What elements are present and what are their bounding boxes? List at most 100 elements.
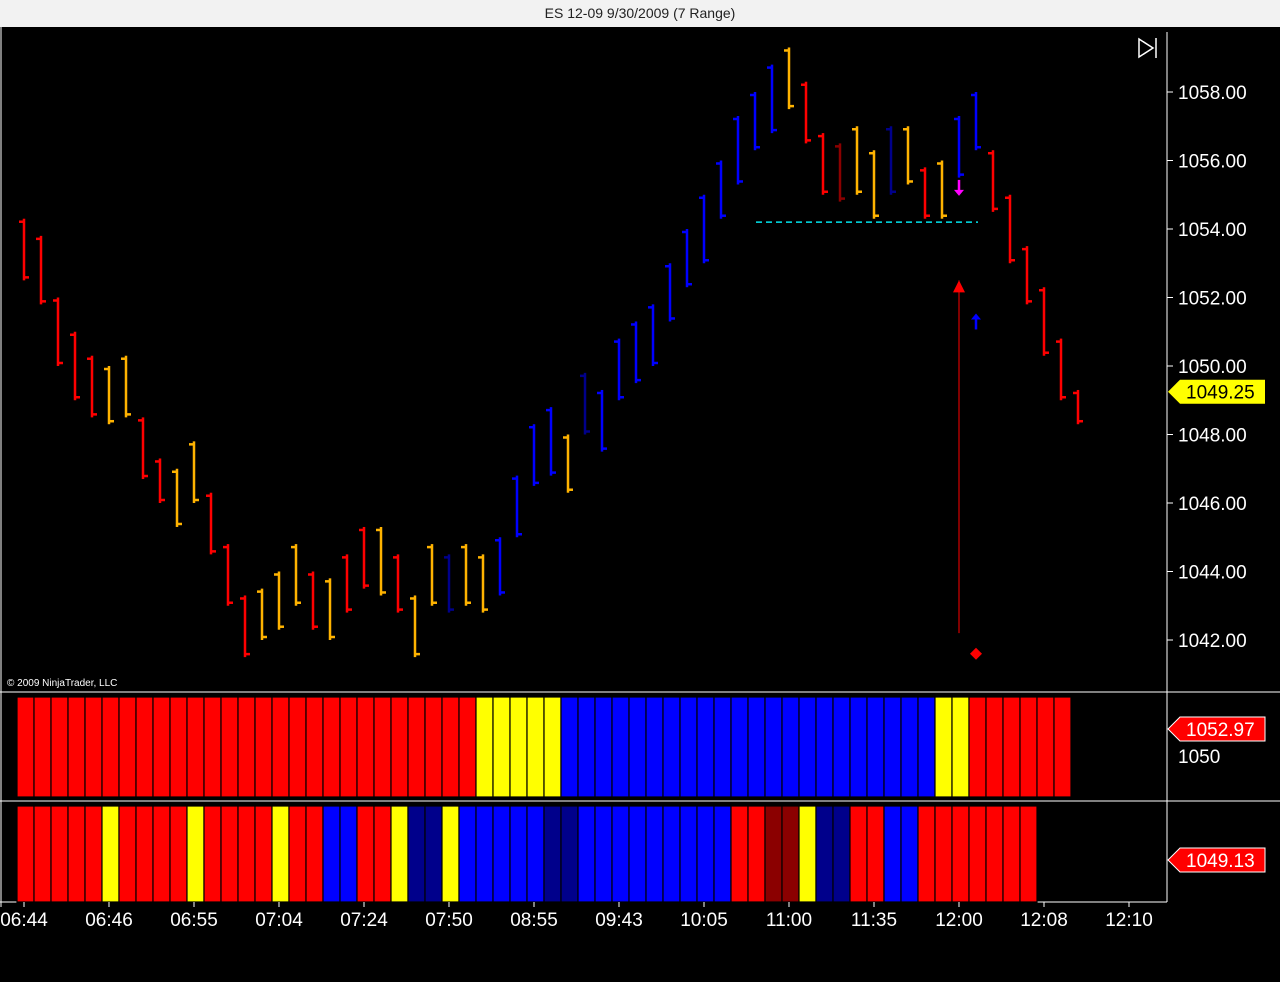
indicator-2-bar	[628, 805, 647, 903]
indicator-2-value: 1049.13	[1186, 851, 1255, 872]
indicator-1-bar	[424, 696, 443, 798]
indicator-2-bar	[84, 805, 103, 903]
indicator-1-bar	[781, 696, 800, 798]
indicator-2-bar	[152, 805, 171, 903]
indicator-1-bar	[917, 696, 936, 798]
price-tick-label: 1044.00	[1178, 563, 1247, 584]
indicator-2-bar	[33, 805, 52, 903]
indicator-2-bar	[50, 805, 69, 903]
indicator-1-bar	[968, 696, 987, 798]
indicator-2-bar	[713, 805, 732, 903]
indicator-2-bar	[186, 805, 205, 903]
indicator-1-bar	[67, 696, 86, 798]
indicator-2-bar	[611, 805, 630, 903]
price-tick-label: 1052.00	[1178, 289, 1247, 310]
indicator-2-bar	[237, 805, 256, 903]
price-axis-ticks: 1042.00 1044.00 1046.00 1048.00 1050.00 1052.…	[1167, 83, 1247, 652]
indicator-2-bar	[883, 805, 902, 903]
indicator-1-bar	[152, 696, 171, 798]
indicator-1-bar	[713, 696, 732, 798]
indicator-1-bar	[560, 696, 579, 798]
indicator-2-bar	[696, 805, 715, 903]
indicator-1-bar	[220, 696, 239, 798]
time-tick-label: 07:50	[425, 910, 473, 931]
indicator-1-bar	[509, 696, 528, 798]
indicator-1-bar	[492, 696, 511, 798]
indicator-2-bar	[764, 805, 783, 903]
indicator-2-bar	[424, 805, 443, 903]
chart[interactable]: © 2009 NinjaTrader, LLC 1042.001044.0010…	[0, 27, 1280, 982]
indicator-1-bar	[747, 696, 766, 798]
indicator-2-bar	[560, 805, 579, 903]
time-tick-label: 11:00	[766, 910, 812, 931]
indicator-1-bar	[305, 696, 324, 798]
indicator-1-bar	[730, 696, 749, 798]
indicator-2-bar	[577, 805, 596, 903]
indicator-1-bar	[356, 696, 375, 798]
indicator-1-bar	[288, 696, 307, 798]
copyright-text: © 2009 NinjaTrader, LLC	[7, 678, 117, 689]
indicator-2-bar	[135, 805, 154, 903]
indicator-2-bar	[968, 805, 987, 903]
indicator-2-bar	[339, 805, 358, 903]
indicator-1-bar	[526, 696, 545, 798]
indicator-2-bar	[67, 805, 86, 903]
indicator-1-bar	[798, 696, 817, 798]
indicator-2-bar	[254, 805, 273, 903]
indicator-1-bar	[84, 696, 103, 798]
indicator-1-bar	[475, 696, 494, 798]
indicator-1-bar	[50, 696, 69, 798]
indicator-1-bar	[662, 696, 681, 798]
indicator-2-bar	[118, 805, 137, 903]
indicator-1-bar	[1019, 696, 1038, 798]
indicator-2-bar	[169, 805, 188, 903]
time-tick-label: 08:55	[510, 910, 558, 931]
price-tick-label: 1054.00	[1178, 220, 1247, 241]
indicator-1-bar	[101, 696, 120, 798]
indicator-2-bar	[288, 805, 307, 903]
indicator-1-bar	[679, 696, 698, 798]
indicator-1-bar	[390, 696, 409, 798]
window-title: ES 12-09 9/30/2009 (7 Range)	[0, 0, 1280, 28]
indicator-2-bar	[390, 805, 409, 903]
indicator-2-bar	[543, 805, 562, 903]
indicator-1-value: 1052.97	[1186, 720, 1255, 741]
indicator-2-bar	[101, 805, 120, 903]
time-tick-label: 10:05	[680, 910, 728, 931]
time-tick-label: 06:44	[0, 910, 48, 931]
indicator-2-bar	[866, 805, 885, 903]
indicator-1-bar	[866, 696, 885, 798]
indicator-2-bar	[747, 805, 766, 903]
indicator-panel-2	[16, 805, 1038, 903]
indicator-2-bar	[645, 805, 664, 903]
price-tick-label: 1046.00	[1178, 494, 1247, 515]
indicator-2-bar	[798, 805, 817, 903]
time-tick-label: 11:35	[851, 910, 897, 931]
indicator-2-bar	[917, 805, 936, 903]
indicator-1-bar	[254, 696, 273, 798]
indicator-2-bar	[730, 805, 749, 903]
indicator-2-bar	[407, 805, 426, 903]
indicator-panel-1	[16, 696, 1072, 798]
indicator-1-bar	[883, 696, 902, 798]
time-tick-label: 12:08	[1020, 910, 1068, 931]
indicator-2-bar	[203, 805, 222, 903]
time-tick-label: 12:00	[935, 910, 983, 931]
indicator-2-bar	[594, 805, 613, 903]
indicator-1-bar	[322, 696, 341, 798]
indicator-2-bar	[475, 805, 494, 903]
indicator-2-bar	[526, 805, 545, 903]
indicator-2-bar	[815, 805, 834, 903]
indicator-2-bar	[832, 805, 851, 903]
indicator-1-bar	[339, 696, 358, 798]
indicator-1-bar	[764, 696, 783, 798]
indicator-1-bar	[203, 696, 222, 798]
indicator-1-bar	[934, 696, 953, 798]
indicator-2-bar	[441, 805, 460, 903]
price-tick-label: 1048.00	[1178, 426, 1247, 447]
time-tick-label: 12:10	[1105, 910, 1153, 931]
indicator-1-bar	[16, 696, 35, 798]
indicator-1-bar	[1053, 696, 1072, 798]
indicator-2-bar	[373, 805, 392, 903]
indicator-2-bar	[356, 805, 375, 903]
